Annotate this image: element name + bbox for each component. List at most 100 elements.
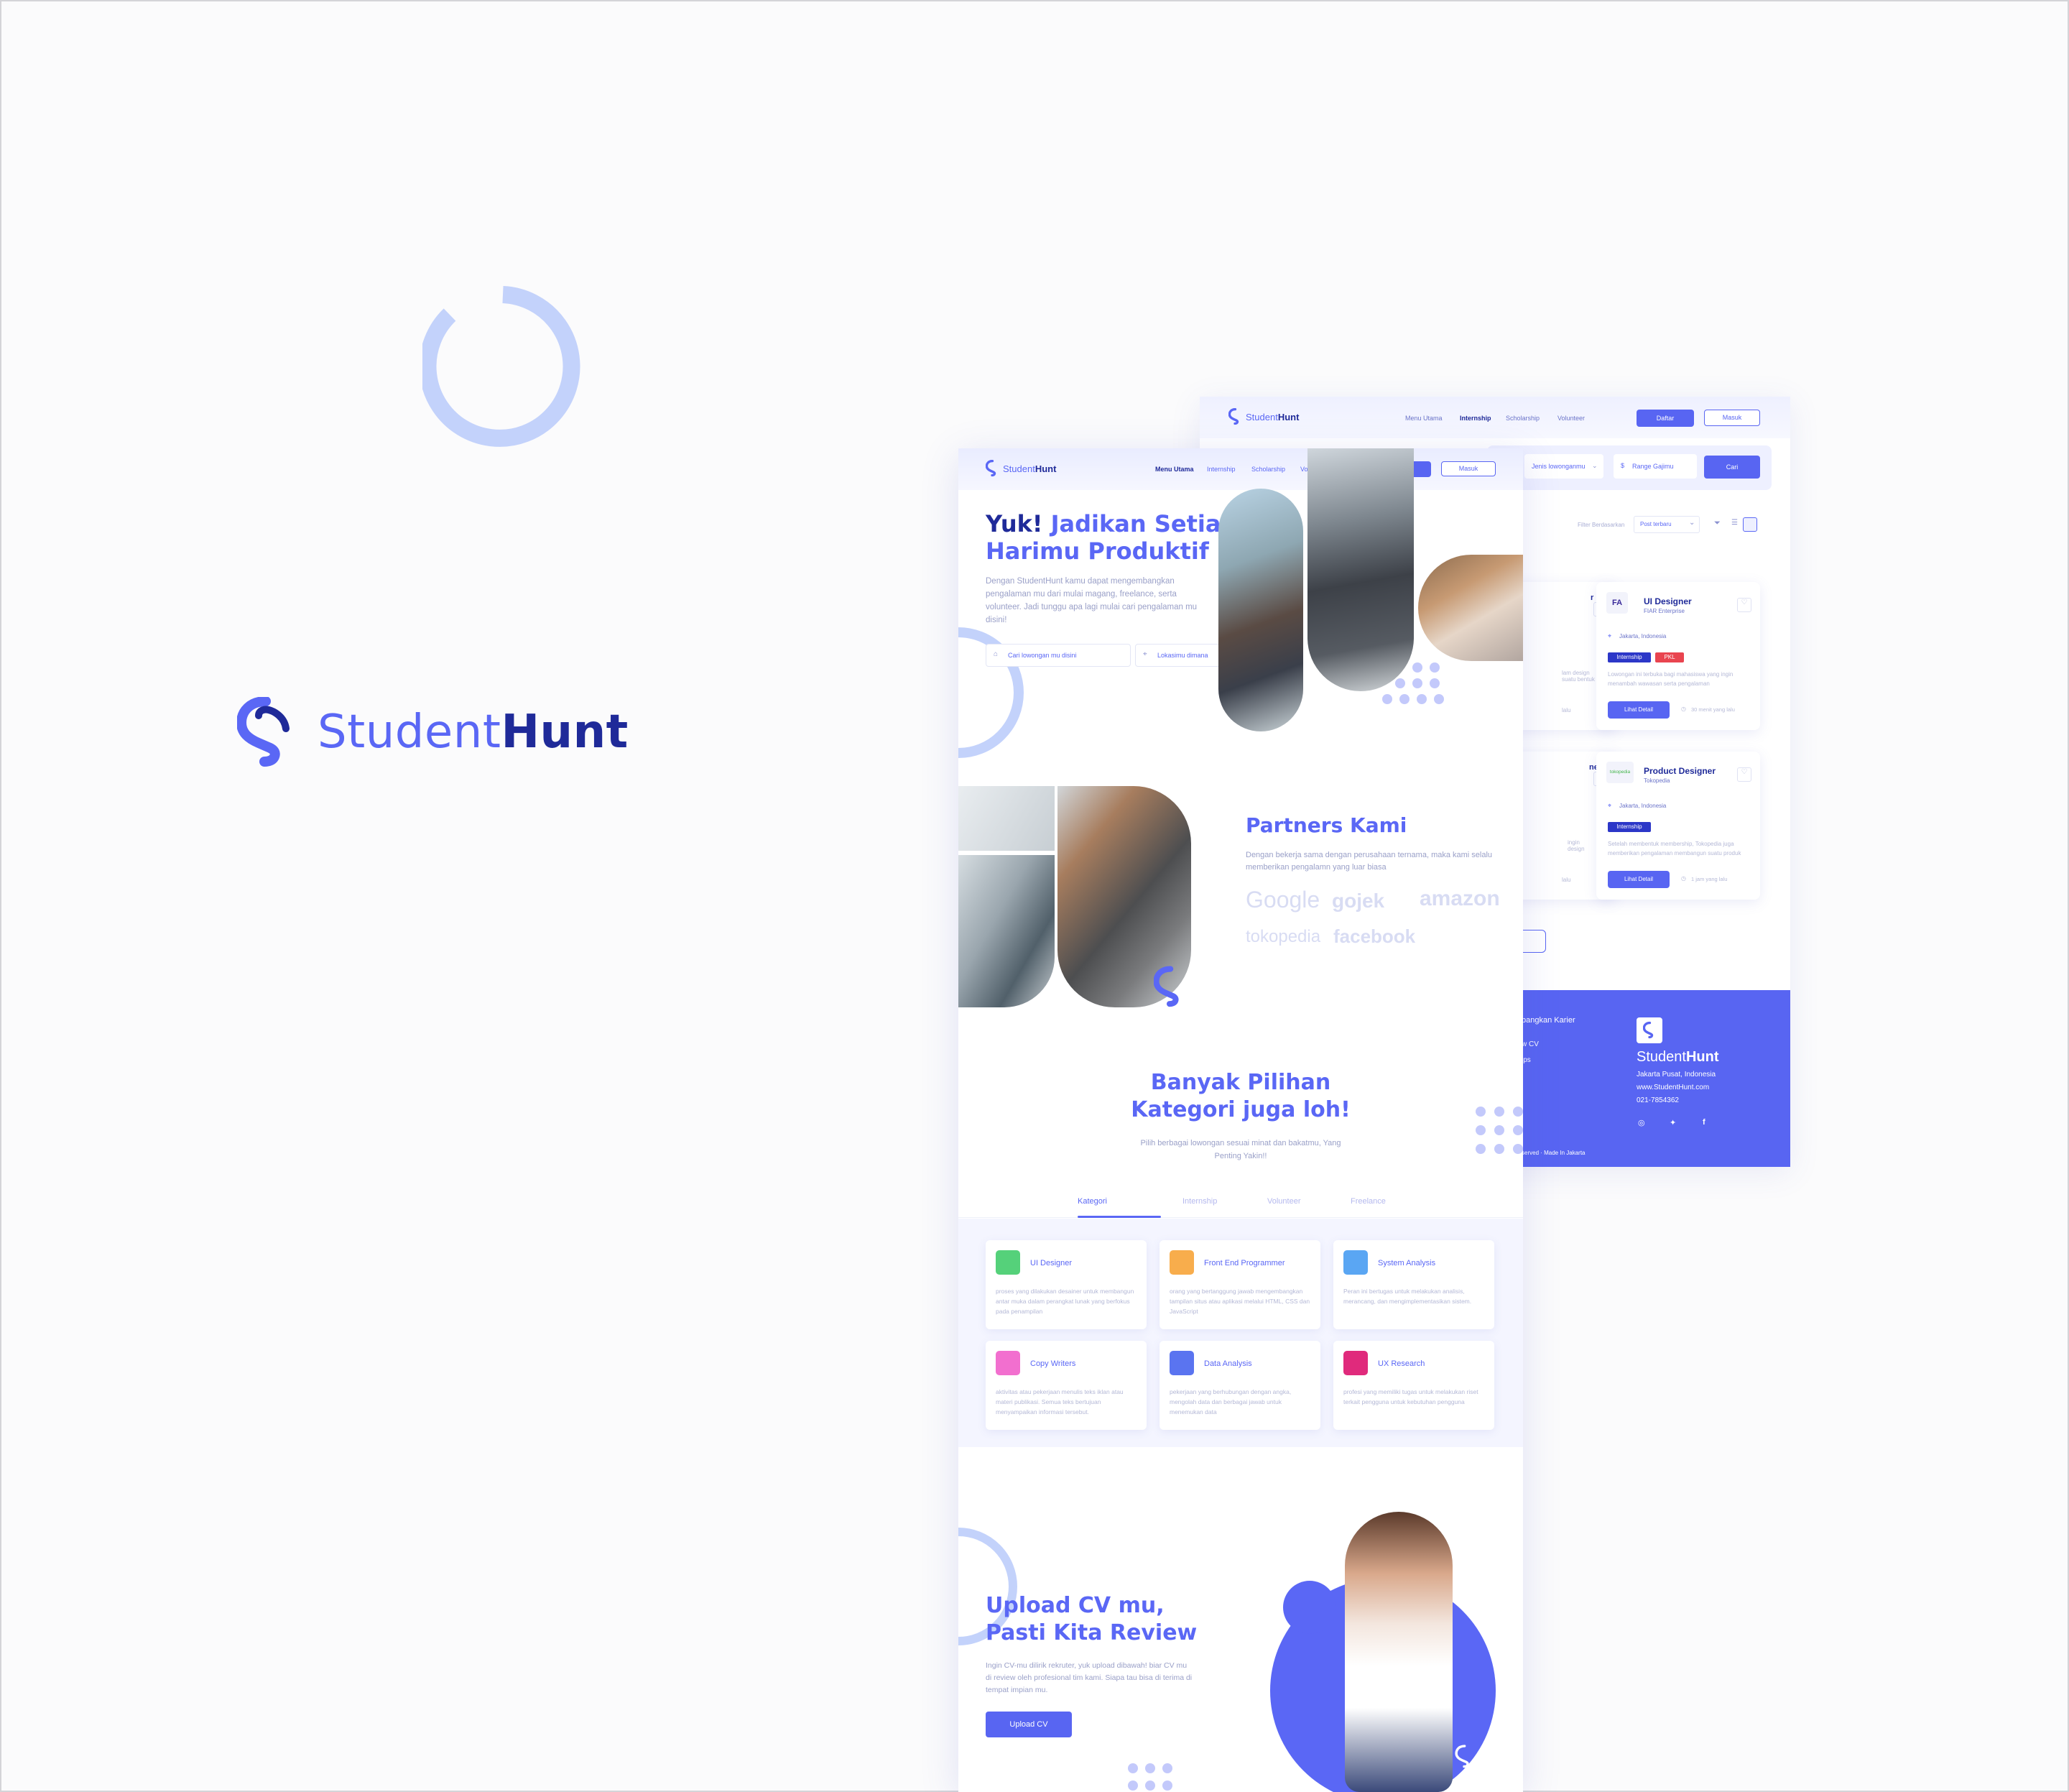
back-nav-menu-utama[interactable]: Menu Utama xyxy=(1405,415,1443,422)
loading-ring-icon xyxy=(422,286,580,447)
copy-writers-icon xyxy=(996,1351,1020,1375)
front-end-icon xyxy=(1170,1250,1194,1275)
footer-address: Jakarta Pusat, Indonesia xyxy=(1637,1071,1716,1079)
tabs-divider xyxy=(958,1217,1523,1218)
posted-time: 30 menit yang lalu xyxy=(1691,706,1735,713)
hero-photo-1 xyxy=(1218,489,1303,731)
partners-description: Dengan bekerja sama dengan perusahaan te… xyxy=(1246,851,1493,872)
job-desc: Lowongan ini terbuka bagi mahasiswa yang… xyxy=(1608,671,1734,687)
company-name: Tokopedia xyxy=(1644,777,1670,784)
back-masuk-button[interactable]: Masuk xyxy=(1704,410,1760,426)
data-analysis-icon xyxy=(1170,1351,1194,1375)
back-nav-internship[interactable]: Internship xyxy=(1460,415,1491,422)
upload-logo-icon xyxy=(1455,1745,1469,1768)
hero-description: Dengan StudentHunt kamu dapat mengembang… xyxy=(986,577,1198,624)
job-location: Jakarta, Indonesia xyxy=(1619,633,1667,639)
salary-range-field[interactable]: $ Range Gajimu xyxy=(1614,454,1697,479)
category-card-front-end[interactable]: Front End Programmer orang yang bertangg… xyxy=(1160,1240,1320,1329)
search-input[interactable]: ⌂ Cari lowongan mu disini xyxy=(986,644,1131,667)
brand-part2: Hunt xyxy=(501,706,629,759)
partners-logo-icon xyxy=(1154,966,1179,1007)
job-card-ui-designer[interactable]: FA UI Designer FIAR Enterprise ♡ ⌖ Jakar… xyxy=(1596,582,1760,730)
masuk-button[interactable]: Masuk xyxy=(1441,461,1496,476)
tab-volunteer[interactable]: Volunteer xyxy=(1267,1197,1300,1206)
list-view-icon[interactable]: ☰ xyxy=(1731,519,1738,527)
lihat-detail-button[interactable]: Lihat Detail xyxy=(1608,701,1670,719)
amazon-logo: amazon xyxy=(1420,887,1500,910)
system-analysis-icon xyxy=(1343,1250,1368,1275)
tab-active-indicator xyxy=(1078,1216,1161,1218)
job-card-product-designer[interactable]: tokopedia Product Designer Tokopedia ♡ ⌖… xyxy=(1596,752,1760,900)
hero-title: Yuk! Jadikan Setiap Harimu Produktif xyxy=(986,510,1238,565)
grid-view-icon[interactable] xyxy=(1743,517,1757,532)
category-card-copy-writers[interactable]: Copy Writers aktivitas atau pekerjaan me… xyxy=(986,1341,1147,1430)
back-logo-text: StudentHunt xyxy=(1246,412,1300,422)
partners-photo-b xyxy=(958,855,1055,1007)
category-card-ui-designer[interactable]: UI Designer proses yang dilakukan desain… xyxy=(986,1240,1147,1329)
job-location: Jakarta, Indonesia xyxy=(1619,803,1667,809)
ux-research-icon xyxy=(1343,1351,1368,1375)
facebook-icon[interactable]: f xyxy=(1703,1118,1705,1127)
tag-internship: Internship xyxy=(1608,652,1651,662)
nav-scholarship[interactable]: Scholarship xyxy=(1251,466,1285,473)
job-desc: Setelah membentuk membership, Tokopedia … xyxy=(1608,841,1741,856)
footer-brand: StudentHunt xyxy=(1637,1049,1719,1065)
facebook-logo: facebook xyxy=(1333,925,1416,947)
location-pin-icon: ⌖ xyxy=(1608,632,1612,639)
footer-logo-icon xyxy=(1637,1017,1662,1043)
sort-select[interactable]: Post terbaru ⌄ xyxy=(1634,516,1700,533)
footer-col-title: bangkan Karier xyxy=(1522,1016,1575,1025)
location-pin-icon: ⌖ xyxy=(1143,650,1147,658)
front-header: StudentHunt Menu Utama Internship Schola… xyxy=(958,448,1523,490)
heart-icon[interactable]: ♡ xyxy=(1737,767,1751,782)
hero-photo-2 xyxy=(1307,448,1414,691)
company-name: FIAR Enterprise xyxy=(1644,608,1685,614)
instagram-icon[interactable]: ◎ xyxy=(1638,1118,1645,1127)
category-card-system-analysis[interactable]: System Analysis Peran ini bertugas untuk… xyxy=(1333,1240,1494,1329)
upload-title: Upload CV mu, Pasti Kita Review xyxy=(986,1593,1198,1645)
nav-internship[interactable]: Internship xyxy=(1207,466,1236,473)
brand-part1: Student xyxy=(318,706,501,759)
category-card-ux-research[interactable]: UX Research profesi yang memiliki tugas … xyxy=(1333,1341,1494,1430)
landing-page-mockup: StudentHunt Menu Utama Internship Schola… xyxy=(958,448,1523,1792)
nav-menu-utama[interactable]: Menu Utama xyxy=(1155,466,1194,473)
job-title[interactable]: Product Designer xyxy=(1644,766,1716,776)
company-logo: tokopedia xyxy=(1606,762,1634,783)
posted-time: 1 jam yang lalu xyxy=(1691,876,1728,882)
company-logo: FA xyxy=(1606,592,1628,614)
decor-half-ring xyxy=(958,627,1024,758)
ui-designer-icon xyxy=(996,1250,1020,1275)
cari-button[interactable]: Cari xyxy=(1704,456,1760,479)
category-card-data-analysis[interactable]: Data Analysis pekerjaan yang berhubungan… xyxy=(1160,1341,1320,1430)
dollar-icon: $ xyxy=(1621,462,1625,469)
twitter-icon[interactable]: ✦ xyxy=(1670,1118,1676,1127)
tokopedia-logo: tokopedia xyxy=(1246,927,1321,946)
categories-title: Banyak Pilihan Kategori juga loh! xyxy=(1131,1070,1351,1122)
tab-internship[interactable]: Internship xyxy=(1182,1197,1217,1206)
footer-website[interactable]: www.StudentHunt.com xyxy=(1637,1084,1709,1091)
clock-icon: ◷ xyxy=(1681,875,1686,882)
back-nav-volunteer[interactable]: Volunteer xyxy=(1557,415,1585,422)
footer-link[interactable]: w CV xyxy=(1522,1040,1539,1048)
upload-person-photo xyxy=(1345,1512,1453,1792)
partners-photo-a xyxy=(958,786,1055,851)
clock-icon: ◷ xyxy=(1681,706,1686,712)
tag-pkl: PKL xyxy=(1655,652,1684,662)
filter-icon[interactable]: ⏷ xyxy=(1714,519,1721,528)
location-pin-icon: ⌖ xyxy=(1608,802,1612,809)
back-nav-scholarship[interactable]: Scholarship xyxy=(1506,415,1540,422)
footer-phone: 021-7854362 xyxy=(1637,1096,1679,1104)
brand-wordmark: StudentHunt xyxy=(318,706,629,759)
heart-icon[interactable]: ♡ xyxy=(1737,598,1751,612)
back-daftar-button[interactable]: Daftar xyxy=(1637,410,1694,427)
categories-description: Pilih berbagai lowongan sesuai minat dan… xyxy=(1140,1139,1341,1160)
lihat-detail-button[interactable]: Lihat Detail xyxy=(1608,871,1670,888)
upload-cv-button[interactable]: Upload CV xyxy=(986,1712,1072,1737)
job-type-select[interactable]: Jenis lowonganmu ⌄ xyxy=(1524,454,1603,479)
job-title[interactable]: UI Designer xyxy=(1644,596,1692,606)
briefcase-icon: ⌂ xyxy=(994,650,999,658)
tab-freelance[interactable]: Freelance xyxy=(1351,1197,1386,1206)
studenthunt-logo-icon xyxy=(237,697,290,767)
front-logo-text: StudentHunt xyxy=(1003,463,1057,474)
tab-kategori[interactable]: Kategori xyxy=(1078,1197,1107,1206)
